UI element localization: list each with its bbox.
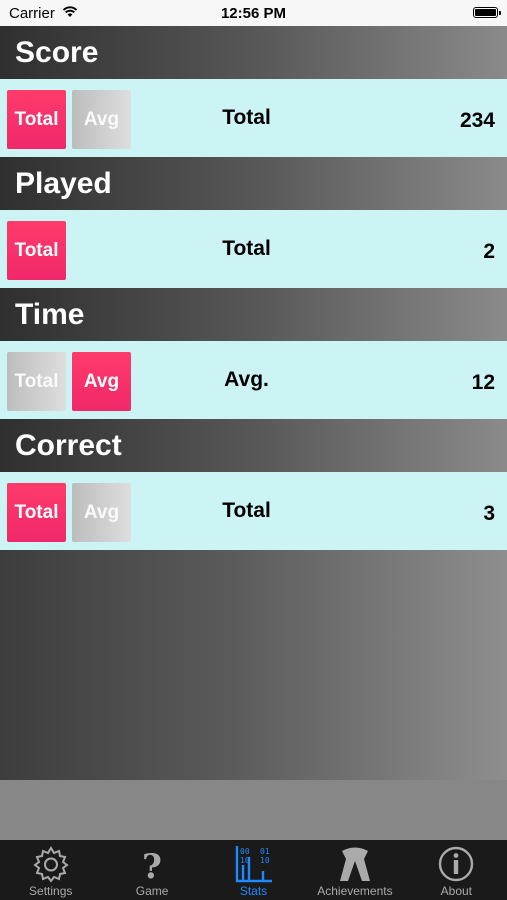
score-avg-button[interactable]: Avg <box>72 90 131 149</box>
svg-text:10: 10 <box>260 856 270 865</box>
tab-achievements[interactable]: Achievements <box>304 840 405 900</box>
question-mark-icon: ? <box>142 847 162 883</box>
section-header-score: Score <box>0 26 507 79</box>
battery-icon <box>473 7 501 18</box>
stats-content: Score Total Avg Total 234 Played Total T… <box>0 26 507 780</box>
stat-row-time: Total Avg Avg. 12 <box>0 341 507 419</box>
section-header-time: Time <box>0 288 507 341</box>
bottom-strip <box>0 780 507 840</box>
award-ribbon-icon <box>339 847 370 881</box>
gear-icon <box>33 846 69 883</box>
score-total-button[interactable]: Total <box>7 90 66 149</box>
tab-achievements-label: Achievements <box>317 884 393 898</box>
tab-game-label: Game <box>135 884 169 898</box>
correct-value: 3 <box>483 502 495 525</box>
stat-row-played: Total Total 2 <box>0 210 507 288</box>
correct-total-button[interactable]: Total <box>7 483 66 542</box>
tab-game[interactable]: ? Game <box>101 840 202 900</box>
stat-row-score: Total Avg Total 234 <box>0 79 507 157</box>
info-icon <box>439 846 474 882</box>
section-header-played: Played <box>0 157 507 210</box>
played-value: 2 <box>483 240 495 263</box>
time-total-button[interactable]: Total <box>7 352 66 411</box>
tab-bar: Settings ? Game 00 01 10 10 Stats Achiev… <box>0 840 507 900</box>
section-header-correct: Correct <box>0 419 507 472</box>
score-value: 234 <box>459 109 495 132</box>
played-mode-label: Total <box>222 237 271 260</box>
status-bar: Carrier 12:56 PM <box>0 0 507 26</box>
svg-text:?: ? <box>142 847 162 883</box>
tab-settings-label: Settings <box>29 884 73 898</box>
svg-text:01: 01 <box>260 847 270 856</box>
tab-about[interactable]: About <box>406 840 507 900</box>
time-mode-label: Avg. <box>224 368 269 391</box>
stat-row-correct: Total Avg Total 3 <box>0 472 507 550</box>
svg-text:10: 10 <box>240 856 250 865</box>
tab-stats-label: Stats <box>239 884 268 898</box>
score-mode-label: Total <box>222 106 271 129</box>
binary-chart-icon: 00 01 10 10 <box>235 846 272 883</box>
svg-text:00: 00 <box>240 847 250 856</box>
time-avg-button[interactable]: Avg <box>72 352 131 411</box>
tab-about-label: About <box>440 884 472 898</box>
played-total-button[interactable]: Total <box>7 221 66 280</box>
time-value: 12 <box>471 371 495 394</box>
correct-mode-label: Total <box>222 499 271 522</box>
tab-stats[interactable]: 00 01 10 10 Stats <box>203 840 304 900</box>
clock: 12:56 PM <box>220 5 287 22</box>
tab-settings[interactable]: Settings <box>0 840 101 900</box>
correct-avg-button[interactable]: Avg <box>72 483 131 542</box>
